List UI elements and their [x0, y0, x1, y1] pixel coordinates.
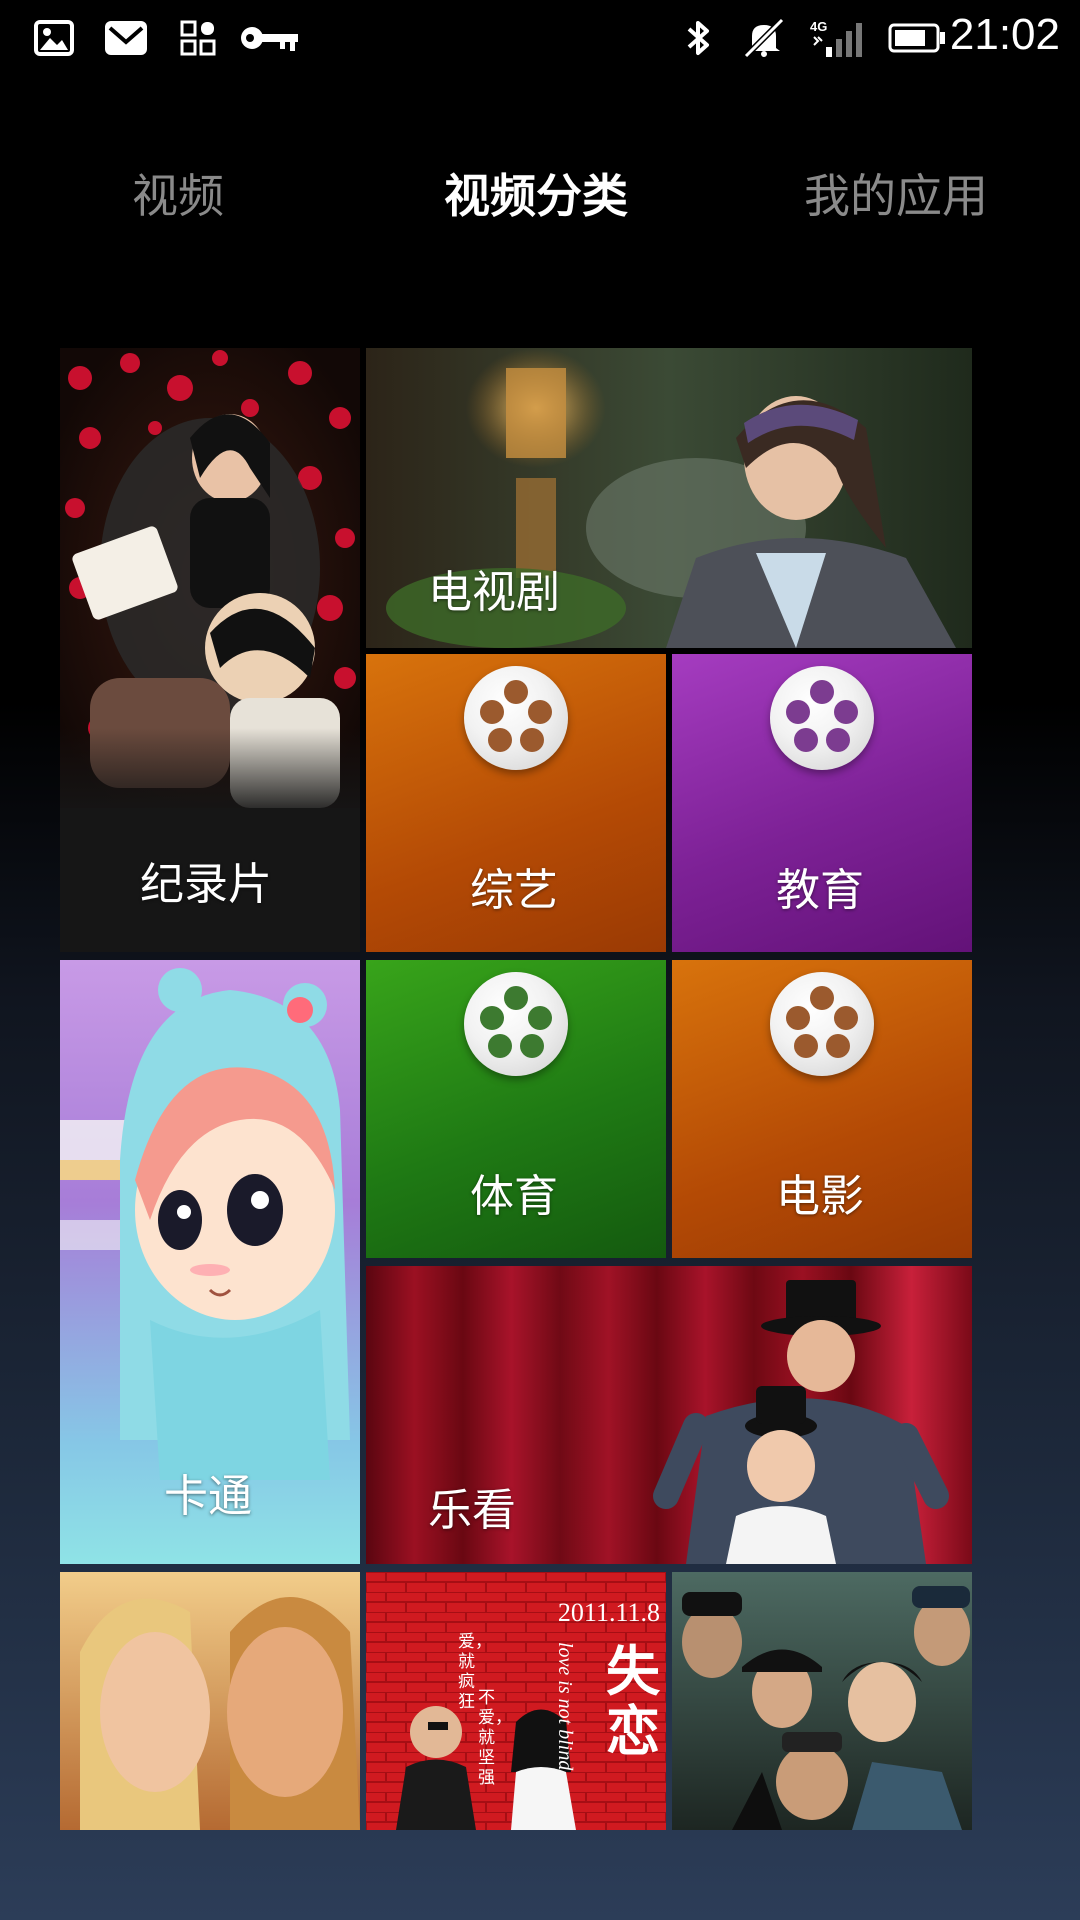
tile-documentary[interactable]: 纪录片: [60, 348, 360, 952]
poster-period-drama-image: [672, 1572, 972, 1830]
poster-english: love is not blind: [554, 1642, 576, 1771]
tile-sports-label: 体育: [470, 1171, 558, 1222]
tile-tv-series[interactable]: 电视剧: [366, 348, 972, 648]
film-reel-icon: [464, 666, 568, 770]
poster-date: 2011.11.8: [557, 1598, 660, 1627]
tile-movie[interactable]: 电影: [672, 960, 972, 1258]
mute-icon: [742, 18, 786, 58]
key-icon: [240, 18, 300, 58]
mail-icon: [104, 18, 148, 58]
poster-title: 失恋: [606, 1640, 660, 1763]
tile-lekan[interactable]: 乐看: [366, 1266, 972, 1564]
tile-education[interactable]: 教育: [672, 654, 972, 952]
film-reel-icon: [464, 972, 568, 1076]
poster-romance-image: [60, 1572, 360, 1830]
tab-video-category[interactable]: 视频分类: [444, 160, 628, 226]
tile-sports[interactable]: 体育: [366, 960, 666, 1258]
film-reel-icon: [770, 666, 874, 770]
tile-cartoon[interactable]: 卡通: [60, 960, 360, 1564]
tile-lekan-label: 乐看: [428, 1485, 516, 1536]
tile-movie-label: 电影: [776, 1171, 864, 1222]
network-label: 4G: [810, 19, 827, 34]
film-reel-icon: [770, 972, 874, 1076]
poster-tagline-1: 爱，就疯狂: [458, 1632, 492, 1712]
poster-period-drama[interactable]: [672, 1572, 972, 1830]
poster-shilian[interactable]: 2011.11.8 失恋 爱，就疯狂 不爱，就坚强 love is not bl…: [366, 1572, 666, 1830]
tab-video[interactable]: 视频: [132, 160, 224, 226]
status-bar: 4G 21:02: [0, 0, 1080, 78]
tile-variety[interactable]: 综艺: [366, 654, 666, 952]
bluetooth-icon: [683, 18, 715, 58]
tile-tv-series-label: 电视剧: [428, 567, 560, 618]
tile-variety-label: 综艺: [470, 865, 558, 916]
apps-grid-icon: [180, 18, 216, 58]
tile-documentary-label: 纪录片: [140, 859, 272, 910]
image-icon: [34, 18, 74, 58]
status-time: 21:02: [949, 10, 1060, 59]
poster-tagline-2: 不爱，就坚强: [478, 1688, 512, 1788]
poster-romance[interactable]: [60, 1572, 360, 1830]
tab-my-apps[interactable]: 我的应用: [804, 160, 988, 226]
battery-icon: [888, 18, 946, 58]
tile-cartoon-label: 卡通: [164, 1471, 252, 1522]
signal-4g-icon: 4G: [808, 18, 870, 58]
category-tabs: 视频 视频分类 我的应用: [0, 160, 1080, 250]
tile-education-label: 教育: [776, 865, 864, 916]
